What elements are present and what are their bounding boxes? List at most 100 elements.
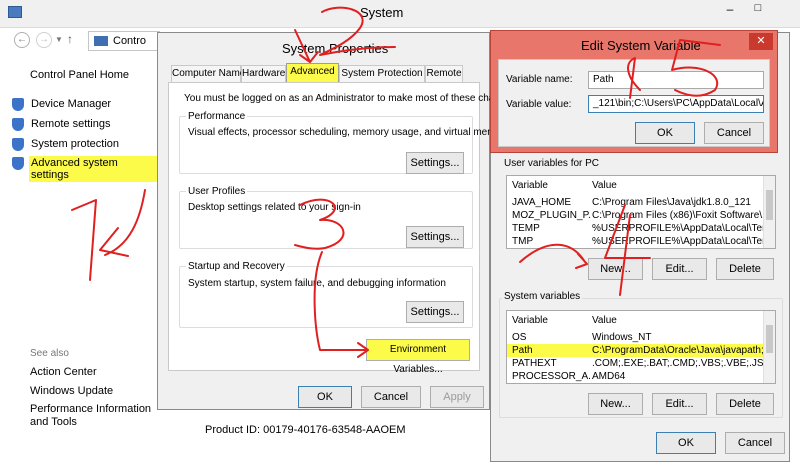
window-icon [8,6,22,18]
sidebar-item-device-manager[interactable]: Device Manager [12,97,157,113]
table-row[interactable]: OS Windows_NT [507,331,763,344]
tab-computer-name[interactable]: Computer Name [171,65,245,82]
sidebar-item-label: System protection [31,138,120,150]
shield-icon [12,118,24,131]
user-profiles-title: User Profiles [186,186,248,197]
table-row[interactable]: TMP %USERPROFILE%\AppData\Local\Temp [507,235,763,248]
edit-dialog-body: Variable name: Path Variable value: _121… [498,59,770,147]
control-panel-home-link[interactable]: Control Panel Home [30,69,129,81]
computer-icon [94,36,108,46]
system-variables-heading: System variables [502,291,583,302]
column-variable: Variable [512,315,548,326]
sidebar-item-system-protection[interactable]: System protection [12,137,157,153]
user-profiles-text: Desktop settings related to your sign-in [188,202,361,213]
user-variables-heading: User variables for PC [504,158,600,169]
tab-remote[interactable]: Remote [425,65,463,82]
environment-variables-button[interactable]: Environment Variables... [366,339,470,375]
tab-label: Advanced [290,66,335,77]
tab-label: System Protection [341,68,423,79]
startup-recovery-text: System startup, system failure, and debu… [188,278,446,289]
system-edit-button[interactable]: Edit... [652,393,707,415]
variable-value-input[interactable]: _121\bin;C:\Users\PC\AppData\Local\Andro [588,95,764,113]
table-row[interactable]: MOZ_PLUGIN_P... C:\Program Files (x86)\Fo… [507,209,763,222]
system-variables-grid: Variable Value OS Windows_NT Path C:\Progr… [506,310,776,384]
minimize-button[interactable]: – [718,2,742,18]
variable-value-label: Variable value: [506,99,572,110]
variable-value: %USERPROFILE%\AppData\Local\Temp [592,236,763,247]
apply-button[interactable]: Apply [430,386,484,408]
table-row[interactable]: JAVA_HOME C:\Program Files\Java\jdk1.8.0_… [507,196,763,209]
user-edit-button[interactable]: Edit... [652,258,707,280]
sidebar-item-label: Advanced system settings [29,156,157,182]
startup-recovery-title: Startup and Recovery [186,261,287,272]
user-variables-grid: Variable Value JAVA_HOME C:\Program Files… [506,175,776,249]
forward-arrow-icon[interactable]: → [36,32,52,48]
table-row[interactable]: TEMP %USERPROFILE%\AppData\Local\Temp [507,222,763,235]
ok-button[interactable]: OK [298,386,352,408]
dropdown-chevron-icon[interactable]: ▼ [55,35,63,44]
table-row[interactable]: PROCESSOR_A... AMD64 [507,370,763,383]
sidebar: Control Panel Home Device Manager Remote… [0,60,160,430]
variable-value: Windows_NT [592,332,652,343]
variable-name: Path [512,345,533,356]
system-new-button[interactable]: New... [588,393,643,415]
sidebar-item-advanced-system-settings[interactable]: Advanced system settings [12,156,157,182]
variable-name: TMP [512,236,534,247]
close-icon[interactable]: ✕ [749,33,773,50]
tab-hardware[interactable]: Hardware [241,65,286,82]
product-id: Product ID: 00179-40176-63548-AAOEM [205,424,406,436]
performance-settings-button[interactable]: Settings... [406,152,464,174]
scrollbar[interactable] [763,311,775,383]
sidebar-item-remote-settings[interactable]: Remote settings [12,117,157,133]
scroll-thumb[interactable] [766,325,773,353]
see-also-action-center[interactable]: Action Center [30,366,97,378]
env-ok-button[interactable]: OK [656,432,716,454]
see-also-windows-update[interactable]: Windows Update [30,385,113,397]
address-bar[interactable]: Contro [88,31,160,51]
tab-advanced[interactable]: Advanced [286,63,339,83]
edit-dialog-title: Edit System Variable [581,38,701,53]
scroll-thumb[interactable] [766,190,773,220]
variable-value: %USERPROFILE%\AppData\Local\Temp [592,223,763,234]
back-arrow-icon[interactable]: ← [14,32,30,48]
tab-strip: Computer Name Hardware Advanced System P… [168,63,480,83]
tab-system-protection[interactable]: System Protection [339,65,425,82]
table-row-selected[interactable]: Path C:\ProgramData\Oracle\Java\javapath;… [507,344,763,357]
env-cancel-button[interactable]: Cancel [725,432,785,454]
column-value: Value [592,180,617,191]
dialog-title: System Properties [282,41,389,56]
tab-panel: You must be logged on as an Administrato… [168,82,519,375]
edit-ok-button[interactable]: OK [635,122,695,144]
variable-name-input[interactable]: Path [588,71,764,89]
column-value: Value [592,315,617,326]
user-new-button[interactable]: New... [588,258,643,280]
grid-header: Variable Value [507,179,763,193]
variable-name-value: Path [593,74,614,85]
address-text: Contro [113,35,147,47]
variable-value: C:\ProgramData\Oracle\Java\javapath;... [592,345,763,356]
variable-value: AMD64 [592,371,626,382]
edit-cancel-button[interactable]: Cancel [704,122,764,144]
see-also-performance-info[interactable]: Performance Information and Tools [30,403,160,429]
user-delete-button[interactable]: Delete [716,258,774,280]
variable-name: OS [512,332,527,343]
sidebar-item-label: Device Manager [31,98,112,110]
variable-name: TEMP [512,223,540,234]
see-also-heading: See also [30,348,69,359]
cancel-button[interactable]: Cancel [361,386,421,408]
system-titlebar: System – □ [0,0,800,28]
table-row[interactable]: PATHEXT .COM;.EXE;.BAT;.CMD;.VBS;.VBE;.JS… [507,357,763,370]
column-variable: Variable [512,180,548,191]
scrollbar[interactable] [763,176,775,248]
shield-icon [12,98,24,111]
sidebar-item-label: Remote settings [31,118,111,130]
up-arrow-icon[interactable]: ↑ [67,32,73,46]
user-profiles-settings-button[interactable]: Settings... [406,226,464,248]
edit-system-variable-dialog: Edit System Variable ✕ Variable name: Pa… [490,30,778,153]
startup-recovery-settings-button[interactable]: Settings... [406,301,464,323]
variable-name: PROCESSOR_A... [512,371,590,382]
system-delete-button[interactable]: Delete [716,393,774,415]
variable-value-text: _121\bin;C:\Users\PC\AppData\Local\Andro [593,98,763,109]
maximize-button[interactable]: □ [746,2,770,18]
system-window-title: System [360,5,404,20]
